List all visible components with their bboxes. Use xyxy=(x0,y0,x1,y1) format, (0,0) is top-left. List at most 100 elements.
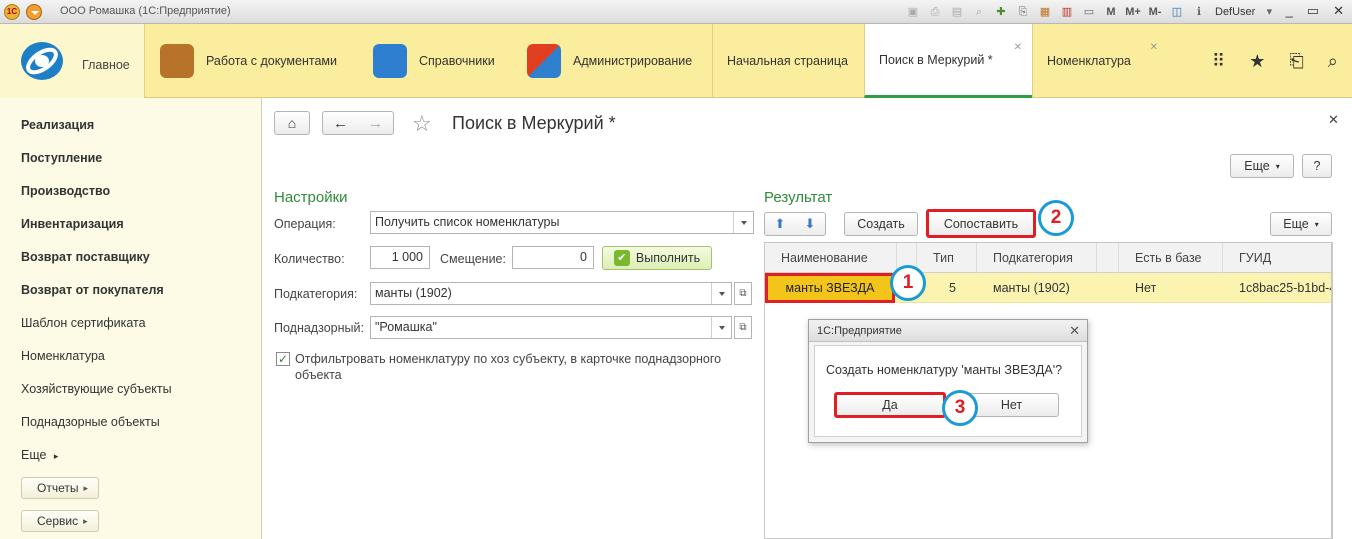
sidebar-item-more[interactable]: Еще ▸ xyxy=(21,448,58,462)
print-icon[interactable]: ⎙ xyxy=(927,4,943,20)
column-header-in-base[interactable]: Есть в базе xyxy=(1119,243,1223,273)
clipboard-icon[interactable]: ▭ xyxy=(1081,4,1097,20)
tools-icon xyxy=(527,44,561,78)
column-header-type[interactable]: Тип xyxy=(917,243,977,273)
sidebar-item-business-entities[interactable]: Хозяйствующие субъекты xyxy=(21,382,172,396)
chevron-down-icon[interactable] xyxy=(711,317,731,338)
cell-guid: 1c8bac25-b1bd-4 xyxy=(1239,281,1332,295)
back-arrow-icon[interactable]: ← xyxy=(333,115,348,132)
sidebar-item-return-customer[interactable]: Возврат от покупателя xyxy=(21,283,164,297)
chevron-down-icon[interactable] xyxy=(711,283,731,304)
form-more-button[interactable]: Еще ▾ xyxy=(1230,154,1294,178)
nav-documents[interactable]: Работа с документами xyxy=(160,24,337,98)
sidebar-item-supervised-objects[interactable]: Поднадзорные объекты xyxy=(21,415,160,429)
filter-checkbox-label: Отфильтровать номенклатуру по хоз субъек… xyxy=(295,351,721,383)
memory-mminus-icon[interactable]: M- xyxy=(1147,4,1163,20)
yes-button[interactable]: Да xyxy=(834,392,946,418)
calendar-icon[interactable]: ▥ xyxy=(1059,4,1075,20)
arrow-up-icon[interactable]: ⬆ xyxy=(775,216,786,232)
main-menu-icon[interactable] xyxy=(26,4,42,20)
dialog-body: Создать номенклатуру 'манты ЗВЕЗДА'? Да … xyxy=(814,345,1082,437)
sidebar-item-inventory[interactable]: Инвентаризация xyxy=(21,217,124,231)
operation-value: Получить список номенклатуры xyxy=(375,215,560,229)
home-button[interactable]: ⌂ xyxy=(274,111,310,135)
column-header-subcategory[interactable]: Подкатегория xyxy=(977,243,1097,273)
help-button[interactable]: ? xyxy=(1302,154,1332,178)
current-user[interactable]: DefUser xyxy=(1215,6,1255,18)
open-supervised-icon[interactable]: ⧉ xyxy=(734,316,752,339)
favorites-add-icon[interactable]: ✚ xyxy=(993,4,1009,20)
sidebar-item-return-supplier[interactable]: Возврат поставщику xyxy=(21,250,150,264)
page-title: Поиск в Меркурий * xyxy=(452,113,616,133)
nav-admin[interactable]: Администрирование xyxy=(527,24,692,98)
sidebar-item-sales[interactable]: Реализация xyxy=(21,118,94,132)
close-form-icon[interactable]: ✕ xyxy=(1328,112,1339,128)
subcategory-field[interactable]: манты (1902) xyxy=(370,282,732,305)
sidebar-item-certificate-template[interactable]: Шаблон сертификата xyxy=(21,316,146,330)
filter-checkbox[interactable]: ✓ xyxy=(276,352,290,366)
operation-label: Операция: xyxy=(274,217,336,231)
tab-nomenclature[interactable]: Номенклатура ✕ xyxy=(1032,24,1168,98)
dialog-title: 1С:Предприятие ✕ xyxy=(809,320,1087,342)
arrow-down-icon[interactable]: ⬇ xyxy=(805,216,816,232)
result-more-button[interactable]: Еще ▾ xyxy=(1270,212,1332,236)
chevron-down-icon: ▾ xyxy=(1314,219,1319,229)
supervised-label: Поднадзорный: xyxy=(274,321,364,335)
match-button[interactable]: Сопоставить xyxy=(926,209,1036,238)
sidebar-item-receipt[interactable]: Поступление xyxy=(21,151,102,165)
close-window-icon[interactable]: ✕ xyxy=(1333,3,1344,19)
print-preview-icon[interactable]: ▤ xyxy=(949,4,965,20)
favorite-star-icon[interactable]: ☆ xyxy=(412,111,432,137)
reports-button[interactable]: Отчеты xyxy=(21,477,99,499)
home-icon: ⌂ xyxy=(287,115,297,131)
nav-references-label: Справочники xyxy=(419,54,495,68)
calculator-icon[interactable]: ▦ xyxy=(1037,4,1053,20)
sidebar-item-production[interactable]: Производство xyxy=(21,184,110,198)
filter-label-line-2: объекта xyxy=(295,368,342,382)
memory-mplus-icon[interactable]: M+ xyxy=(1125,4,1141,20)
subcategory-value: манты (1902) xyxy=(375,286,452,300)
search-icon[interactable]: ⌕ xyxy=(1328,51,1338,72)
no-button[interactable]: Нет xyxy=(964,393,1059,417)
info-icon[interactable]: ℹ xyxy=(1191,4,1207,20)
link-icon[interactable]: ⎘ xyxy=(1015,4,1031,20)
execute-button[interactable]: ✔ Выполнить xyxy=(602,246,712,270)
all-functions-icon[interactable]: ⠿ xyxy=(1212,51,1225,72)
nav-admin-label: Администрирование xyxy=(573,54,693,68)
offset-input[interactable]: 0 xyxy=(512,246,594,269)
memory-m-icon[interactable]: M xyxy=(1103,4,1119,20)
minimize-icon[interactable]: _ xyxy=(1286,3,1293,19)
cell-subcategory: манты (1902) xyxy=(993,281,1070,295)
count-label: Количество: xyxy=(274,252,345,266)
open-subcategory-icon[interactable]: ⧉ xyxy=(734,282,752,305)
maximize-icon[interactable]: ▭ xyxy=(1307,3,1319,19)
supervised-field[interactable]: "Ромашка" xyxy=(370,316,732,339)
history-icon[interactable]: ⎗ xyxy=(1289,51,1303,72)
create-button[interactable]: Создать xyxy=(844,212,918,236)
tab-mercury-search[interactable]: Поиск в Меркурий * ✕ xyxy=(864,24,1032,98)
count-input[interactable]: 1 000 xyxy=(370,246,430,269)
column-header-guid[interactable]: ГУИД xyxy=(1223,243,1331,273)
tab-start-page[interactable]: Начальная страница xyxy=(712,24,864,98)
subcategory-label: Подкатегория: xyxy=(274,287,358,301)
close-tab-icon[interactable]: ✕ xyxy=(1014,42,1022,53)
user-menu-chevron-icon[interactable]: ▾ xyxy=(1261,4,1277,20)
close-tab-icon[interactable]: ✕ xyxy=(1150,42,1158,53)
section-sidebar: Реализация Поступление Производство Инве… xyxy=(0,98,262,539)
save-icon[interactable]: ▣ xyxy=(905,4,921,20)
column-header-name[interactable]: Наименование xyxy=(765,243,897,273)
operation-select[interactable]: Получить список номенклатуры xyxy=(370,211,754,234)
sidebar-item-nomenclature[interactable]: Номенклатура xyxy=(21,349,105,363)
panel-icon[interactable]: ◫ xyxy=(1169,4,1185,20)
nav-main[interactable]: Главное xyxy=(0,24,145,98)
chevron-down-icon[interactable] xyxy=(733,212,753,233)
dialog-close-icon[interactable]: ✕ xyxy=(1069,320,1080,342)
nav-references[interactable]: Справочники xyxy=(373,24,495,98)
table-row[interactable]: манты ЗВЕЗДА 5 манты (1902) Нет 1c8bac25… xyxy=(765,273,1332,303)
cell-name[interactable]: манты ЗВЕЗДА xyxy=(765,273,895,303)
find-icon[interactable]: ⌕ xyxy=(971,4,987,20)
favorites-icon[interactable]: ★ xyxy=(1249,51,1265,72)
service-button[interactable]: Сервис xyxy=(21,510,99,532)
forward-arrow-icon[interactable]: → xyxy=(368,115,383,132)
supervised-value: "Ромашка" xyxy=(375,320,437,334)
